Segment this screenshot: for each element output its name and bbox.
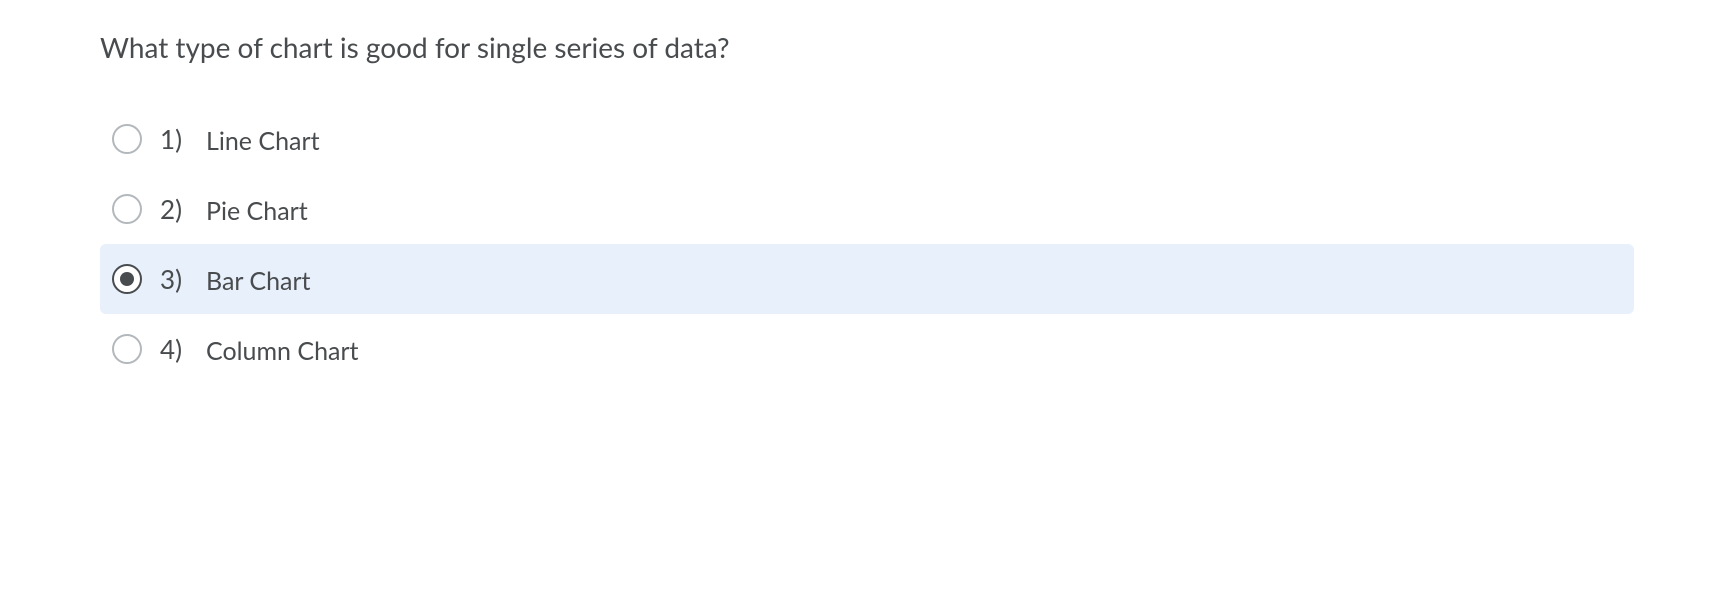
option-1[interactable]: 1) Line Chart [100,104,1634,174]
option-number: 2) [160,193,194,225]
question-text: What type of chart is good for single se… [100,30,1634,64]
option-label: Pie Chart [206,192,308,226]
option-label: Bar Chart [206,262,311,296]
option-label: Line Chart [206,122,320,156]
option-3[interactable]: 3) Bar Chart [100,244,1634,314]
options-list: 1) Line Chart 2) Pie Chart 3) Bar Chart … [100,104,1634,384]
radio-button[interactable] [112,264,142,294]
option-4[interactable]: 4) Column Chart [100,314,1634,384]
option-label: Column Chart [206,332,359,366]
radio-button[interactable] [112,124,142,154]
radio-button[interactable] [112,194,142,224]
option-number: 4) [160,333,194,365]
option-number: 1) [160,123,194,155]
radio-button[interactable] [112,334,142,364]
radio-dot-icon [120,272,134,286]
option-2[interactable]: 2) Pie Chart [100,174,1634,244]
option-number: 3) [160,263,194,295]
